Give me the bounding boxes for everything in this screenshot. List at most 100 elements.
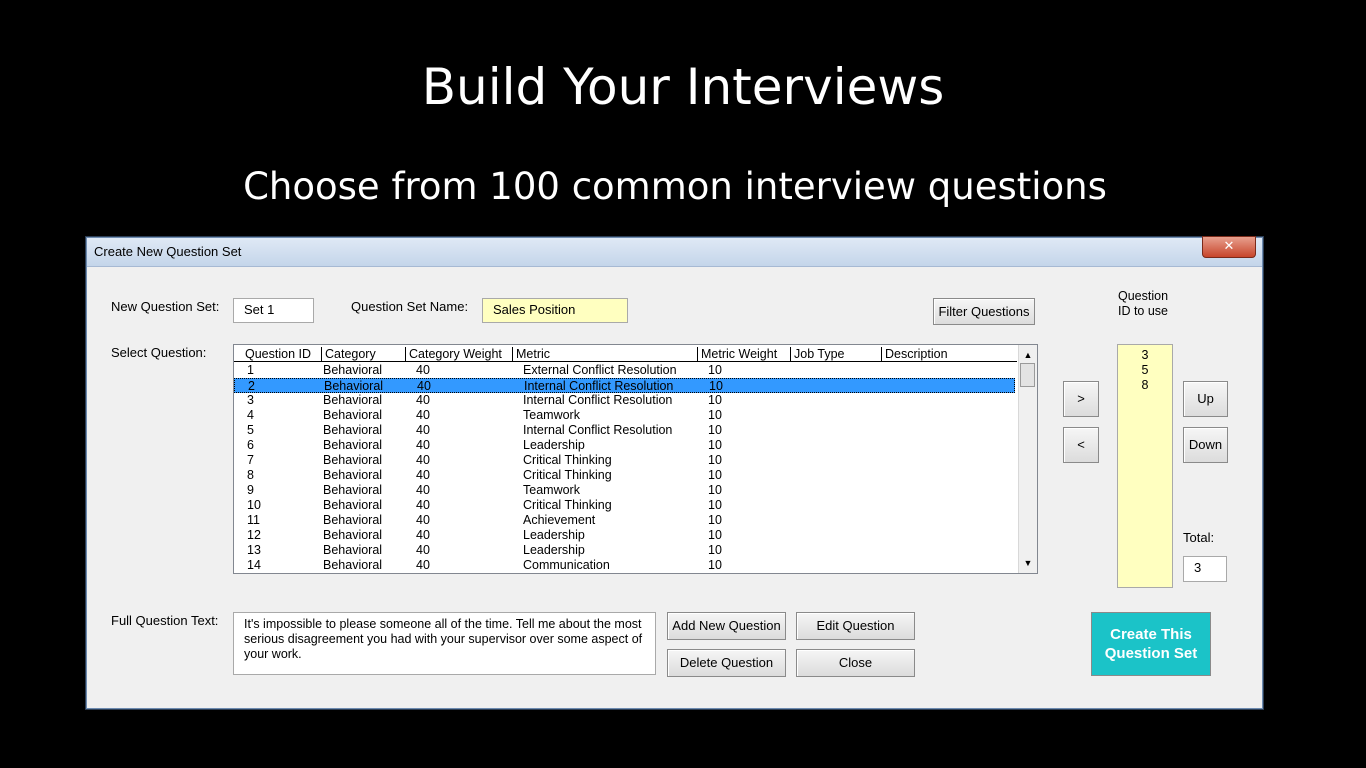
table-cell: 40 xyxy=(416,528,430,542)
column-header[interactable]: Job Type xyxy=(790,347,880,361)
table-row[interactable]: 8 Behavioral 40 Critical Thinking 10 xyxy=(234,468,1015,483)
scroll-down-icon[interactable]: ▼ xyxy=(1019,555,1037,571)
table-cell: 10 xyxy=(708,483,722,497)
close-icon[interactable]: ✕ xyxy=(1202,236,1256,258)
edit-question-button[interactable]: Edit Question xyxy=(796,612,915,640)
dialog-title: Create New Question Set xyxy=(94,244,242,259)
table-cell: 10 xyxy=(708,498,722,512)
table-cell: 8 xyxy=(247,468,254,482)
add-new-question-button[interactable]: Add New Question xyxy=(667,612,786,640)
question-id-list[interactable]: 358 xyxy=(1117,344,1173,588)
table-cell: Behavioral xyxy=(323,483,383,497)
filter-questions-button[interactable]: Filter Questions xyxy=(933,298,1035,325)
table-cell: 40 xyxy=(416,543,430,557)
table-cell: External Conflict Resolution xyxy=(523,363,677,377)
full-question-text-field[interactable]: It's impossible to please someone all of… xyxy=(233,612,656,675)
table-cell: 7 xyxy=(247,453,254,467)
delete-question-button[interactable]: Delete Question xyxy=(667,649,786,677)
move-up-button[interactable]: Up xyxy=(1183,381,1228,417)
table-cell: 14 xyxy=(247,558,261,572)
table-cell: Behavioral xyxy=(323,558,383,572)
table-cell: Behavioral xyxy=(323,408,383,422)
new-question-set-label: New Question Set: xyxy=(111,299,220,314)
table-cell: 40 xyxy=(416,468,430,482)
list-item[interactable]: 5 xyxy=(1118,363,1172,378)
table-row[interactable]: 14 Behavioral 40 Communication 10 xyxy=(234,558,1015,573)
table-cell: 10 xyxy=(708,363,722,377)
table-cell: 11 xyxy=(247,513,260,527)
column-header[interactable]: Metric Weight xyxy=(697,347,787,361)
table-cell: 10 xyxy=(708,408,722,422)
list-scrollbar[interactable]: ▲ ▼ xyxy=(1018,345,1037,573)
column-header[interactable]: Category Weight xyxy=(405,347,509,361)
table-cell: 40 xyxy=(416,498,430,512)
table-cell: 40 xyxy=(416,483,430,497)
table-row[interactable]: 11 Behavioral 40 Achievement 10 xyxy=(234,513,1015,528)
table-row[interactable]: 12 Behavioral 40 Leadership 10 xyxy=(234,528,1015,543)
table-cell: Achievement xyxy=(523,513,596,527)
question-set-name-label: Question Set Name: xyxy=(351,299,469,314)
scroll-up-icon[interactable]: ▲ xyxy=(1019,347,1037,363)
table-cell: 2 xyxy=(248,379,255,393)
table-cell: 5 xyxy=(247,423,254,437)
column-header[interactable]: Description xyxy=(881,347,1015,361)
table-row[interactable]: 10 Behavioral 40 Critical Thinking 10 xyxy=(234,498,1015,513)
table-row[interactable]: 3 Behavioral 40 Internal Conflict Resolutio… xyxy=(234,393,1015,408)
table-row[interactable]: 4 Behavioral 40 Teamwork 10 xyxy=(234,408,1015,423)
list-item[interactable]: 3 xyxy=(1118,348,1172,363)
select-question-label: Select Question: xyxy=(111,345,207,360)
table-cell: Communication xyxy=(523,558,610,572)
table-row[interactable]: 1 Behavioral 40 External Conflict Resolutio… xyxy=(234,363,1015,378)
table-cell: Behavioral xyxy=(323,363,383,377)
table-row[interactable]: 6 Behavioral 40 Leadership 10 xyxy=(234,438,1015,453)
scroll-thumb[interactable] xyxy=(1020,363,1035,387)
table-cell: 1 xyxy=(247,363,254,377)
column-header[interactable]: Category xyxy=(321,347,405,361)
table-cell: 10 xyxy=(708,468,722,482)
table-cell: 10 xyxy=(708,513,722,527)
table-cell: 40 xyxy=(416,558,430,572)
column-header[interactable]: Question ID xyxy=(234,347,318,361)
table-cell: 40 xyxy=(416,408,430,422)
new-question-set-field[interactable]: Set 1 xyxy=(233,298,314,323)
table-cell: Behavioral xyxy=(323,498,383,512)
full-question-text-label: Full Question Text: xyxy=(111,613,219,628)
table-cell: 10 xyxy=(708,423,722,437)
create-question-set-button[interactable]: Create This Question Set xyxy=(1091,612,1211,676)
table-cell: Teamwork xyxy=(523,483,580,497)
add-to-set-button[interactable]: > xyxy=(1063,381,1099,417)
table-cell: Internal Conflict Resolution xyxy=(523,423,673,437)
dialog-titlebar: Create New Question Set ✕ xyxy=(87,236,1262,267)
create-question-set-label: Create This Question Set xyxy=(1104,626,1198,662)
table-cell: Internal Conflict Resolution xyxy=(523,393,673,407)
table-cell: 10 xyxy=(709,379,723,393)
table-cell: 12 xyxy=(247,528,261,542)
table-cell: Behavioral xyxy=(323,438,383,452)
table-cell: Leadership xyxy=(523,438,585,452)
column-header[interactable]: Metric xyxy=(512,347,694,361)
table-cell: Teamwork xyxy=(523,408,580,422)
table-cell: 40 xyxy=(416,423,430,437)
remove-from-set-button[interactable]: < xyxy=(1063,427,1099,463)
table-cell: Behavioral xyxy=(323,423,383,437)
table-cell: Behavioral xyxy=(323,453,383,467)
table-row[interactable]: 5 Behavioral 40 Internal Conflict Resolutio… xyxy=(234,423,1015,438)
table-row[interactable]: 13 Behavioral 40 Leadership 10 xyxy=(234,543,1015,558)
table-row[interactable]: 9 Behavioral 40 Teamwork 10 xyxy=(234,483,1015,498)
table-cell: 10 xyxy=(708,453,722,467)
question-listbox[interactable]: Question ID Category Category Weight Met… xyxy=(233,344,1038,574)
question-set-name-field[interactable]: Sales Position xyxy=(482,298,628,323)
table-cell: 6 xyxy=(247,438,254,452)
table-cell: 13 xyxy=(247,543,261,557)
question-id-to-use-label: Question ID to use xyxy=(1117,289,1169,318)
table-cell: 40 xyxy=(416,363,430,377)
table-row[interactable]: 7 Behavioral 40 Critical Thinking 10 xyxy=(234,453,1015,468)
close-button[interactable]: Close xyxy=(796,649,915,677)
move-down-button[interactable]: Down xyxy=(1183,427,1228,463)
list-item[interactable]: 8 xyxy=(1118,378,1172,393)
total-field: 3 xyxy=(1183,556,1227,582)
table-cell: 10 xyxy=(708,558,722,572)
table-row[interactable]: 2 Behavioral 40 Internal Conflict Resolutio… xyxy=(234,378,1015,393)
table-cell: Leadership xyxy=(523,543,585,557)
table-cell: Behavioral xyxy=(323,528,383,542)
